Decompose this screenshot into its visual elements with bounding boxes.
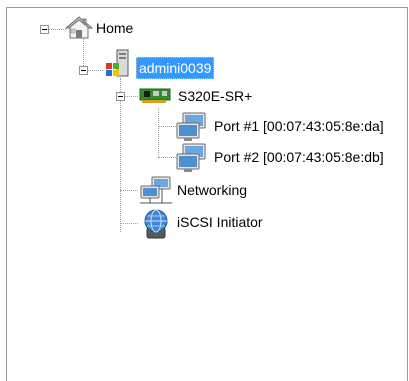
tree-connector	[158, 108, 159, 157]
network-port-icon	[175, 112, 207, 145]
tree-item-home[interactable]: Home	[94, 18, 135, 38]
tree-item-port2[interactable]: Port #2 [00:07:43:05:8e:db]	[212, 147, 386, 167]
home-icon	[64, 16, 94, 43]
collapse-toggle[interactable]	[79, 66, 88, 75]
tree-connector	[120, 223, 138, 224]
windows-server-icon	[103, 48, 135, 83]
iscsi-globe-icon	[141, 208, 171, 243]
collapse-toggle[interactable]	[116, 92, 125, 101]
device-tree[interactable]: Home admini0039 S320E-SR+ Port #1 [00:07…	[7, 8, 407, 381]
tree-item-iscsi[interactable]: iSCSI Initiator	[175, 212, 265, 232]
tree-item-port1[interactable]: Port #1 [00:07:43:05:8e:da]	[212, 116, 386, 136]
collapse-toggle[interactable]	[40, 25, 49, 34]
tree-connector	[120, 78, 121, 232]
network-port-icon	[175, 143, 207, 176]
tree-item-adapter[interactable]: S320E-SR+	[176, 86, 254, 106]
tree-item-host[interactable]: admini0039	[136, 57, 215, 79]
tree-connector	[120, 190, 138, 191]
tree-connector	[158, 157, 176, 158]
tree-connector	[158, 126, 176, 127]
tree-panel: Home admini0039 S320E-SR+ Port #1 [00:07…	[6, 7, 408, 381]
networking-icon	[138, 176, 174, 209]
network-card-icon	[138, 87, 174, 108]
tree-item-networking[interactable]: Networking	[175, 180, 249, 200]
